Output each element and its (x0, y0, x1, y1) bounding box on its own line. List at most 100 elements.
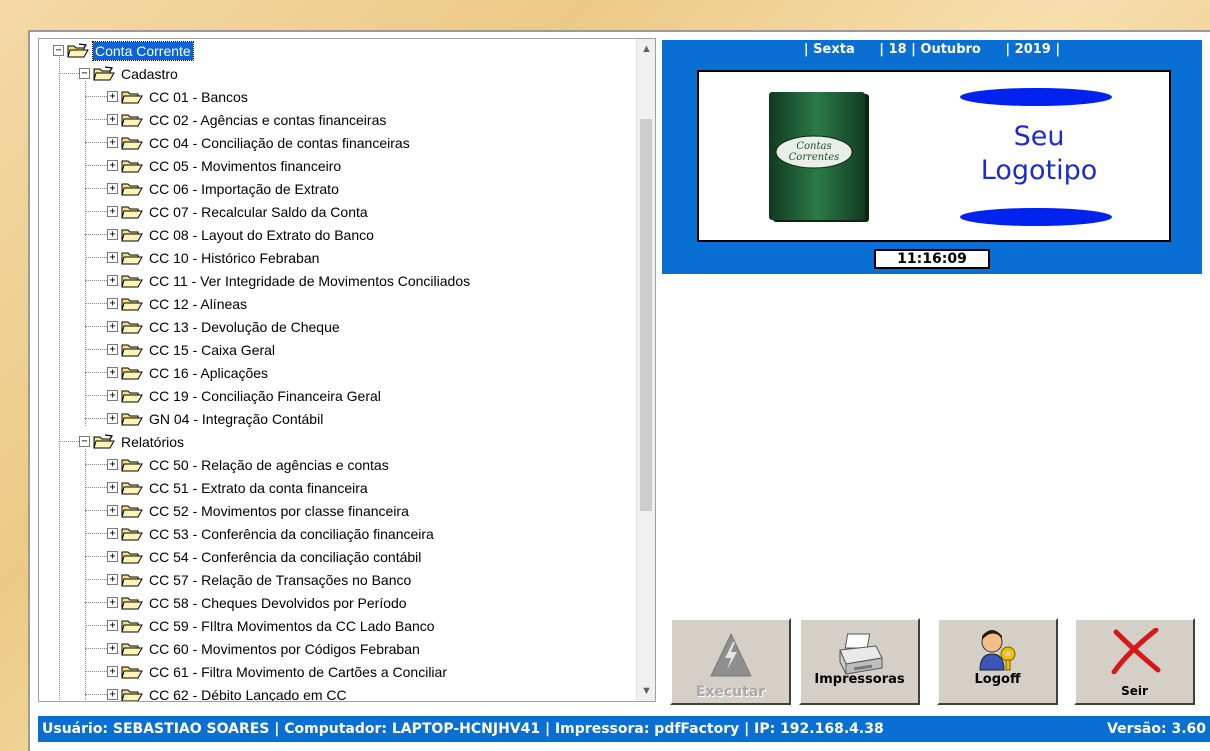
tree-item[interactable]: + CC 05 - Movimentos financeiro (107, 154, 343, 177)
tree-item[interactable]: + CC 04 - Conciliação de contas financeir… (107, 131, 412, 154)
logo-text-line2: Logotipo (980, 155, 1098, 186)
tree-item[interactable]: + CC 12 - Alíneas (107, 292, 249, 315)
tree-node-label: Relatórios (121, 433, 185, 450)
folder-icon (121, 160, 143, 172)
collapse-toggle-icon[interactable]: − (79, 436, 90, 447)
expand-toggle-icon[interactable]: + (107, 229, 118, 240)
tree-item[interactable]: + GN 04 - Integração Contábil (107, 407, 325, 430)
tree-connector-line (85, 418, 107, 419)
tree-connector-line (59, 441, 79, 442)
tree-item[interactable]: + CC 57 - Relação de Transações no Banco (107, 568, 413, 591)
expand-toggle-icon[interactable]: + (107, 252, 118, 263)
expand-toggle-icon[interactable]: + (107, 620, 118, 631)
tree-node-label: CC 54 - Conferência da conciliação contá… (149, 548, 422, 565)
expand-toggle-icon[interactable]: + (107, 413, 118, 424)
tree-item[interactable]: + CC 53 - Conferência da conciliação fina… (107, 522, 436, 545)
tree-scrollbar[interactable]: ▲ ▼ (636, 39, 655, 701)
tree-item[interactable]: + CC 10 - Histórico Febraban (107, 246, 321, 269)
tree-connector-line (85, 671, 107, 672)
expand-toggle-icon[interactable]: + (107, 137, 118, 148)
expand-toggle-icon[interactable]: + (107, 689, 118, 700)
expand-toggle-icon[interactable]: + (107, 390, 118, 401)
execute-label: Executar (695, 684, 766, 700)
tree-item[interactable]: + CC 54 - Conferência da conciliação cont… (107, 545, 423, 568)
tree-connector-line (85, 188, 107, 189)
scrollbar-thumb[interactable] (640, 119, 652, 511)
tree-item[interactable]: + CC 52 - Movimentos por classe financeir… (107, 499, 411, 522)
tree-item[interactable]: + CC 06 - Importação de Extrato (107, 177, 341, 200)
logoff-label: Logoff (974, 672, 1021, 687)
book-title-line1: Contas (796, 141, 831, 152)
tree-item[interactable]: + CC 02 - Agências e contas financeiras (107, 108, 388, 131)
tree-item[interactable]: + CC 50 - Relação de agências e contas (107, 453, 391, 476)
expand-toggle-icon[interactable]: + (107, 574, 118, 585)
folder-icon (67, 42, 89, 57)
execute-button[interactable]: Executar (670, 618, 791, 705)
expand-toggle-icon[interactable]: + (107, 666, 118, 677)
expand-toggle-icon[interactable]: + (107, 160, 118, 171)
folder-icon (121, 298, 143, 310)
exit-button[interactable]: Seir (1074, 618, 1195, 705)
expand-toggle-icon[interactable]: + (107, 551, 118, 562)
folder-icon (121, 505, 143, 517)
tree-item[interactable]: + CC 60 - Movimentos por Códigos Febraban (107, 637, 422, 660)
tree-item[interactable]: + CC 15 - Caixa Geral (107, 338, 277, 361)
expand-toggle-icon[interactable]: + (107, 528, 118, 539)
tree-item[interactable]: + CC 61 - Filtra Movimento de Cartões a C… (107, 660, 449, 683)
status-bar: Usuário: SEBASTIAO SOARES | Computador: … (38, 716, 1210, 742)
expand-toggle-icon[interactable]: + (107, 482, 118, 493)
expand-toggle-icon[interactable]: + (107, 367, 118, 378)
tree-root-node[interactable]: − Conta Corrente (53, 39, 194, 62)
tree-group-relatórios[interactable]: − Relatórios (79, 430, 186, 453)
expand-toggle-icon[interactable]: + (107, 321, 118, 332)
tree-item[interactable]: + CC 13 - Devolução de Cheque (107, 315, 342, 338)
tree-item[interactable]: + CC 19 - Conciliação Financeira Geral (107, 384, 383, 407)
tree-node-label: CC 15 - Caixa Geral (149, 341, 276, 358)
folder-icon (121, 137, 143, 149)
tree-item[interactable]: + CC 62 - Débito Lançado em CC (107, 683, 349, 701)
expand-toggle-icon[interactable]: + (107, 643, 118, 654)
tree-connector-line (85, 280, 107, 281)
tree-item[interactable]: + CC 51 - Extrato da conta financeira (107, 476, 370, 499)
tree-connector-line (85, 579, 107, 580)
tree-item[interactable]: + CC 07 - Recalcular Saldo da Conta (107, 200, 370, 223)
collapse-toggle-icon[interactable]: − (53, 45, 64, 56)
collapse-toggle-icon[interactable]: − (79, 68, 90, 79)
logoff-button[interactable]: Logoff (937, 618, 1058, 705)
expand-toggle-icon[interactable]: + (107, 459, 118, 470)
expand-toggle-icon[interactable]: + (107, 114, 118, 125)
tree-connector-line (85, 694, 107, 695)
tree-group-cadastro[interactable]: − Cadastro (79, 62, 180, 85)
expand-toggle-icon[interactable]: + (107, 298, 118, 309)
tree-connector-line (85, 464, 107, 465)
tree-connector-line (85, 372, 107, 373)
tree-node-label: CC 07 - Recalcular Saldo da Conta (149, 203, 368, 220)
expand-toggle-icon[interactable]: + (107, 344, 118, 355)
tree-node-label: CC 12 - Alíneas (149, 295, 248, 312)
expand-toggle-icon[interactable]: + (107, 597, 118, 608)
folder-icon (93, 65, 115, 80)
expand-toggle-icon[interactable]: + (107, 505, 118, 516)
tree-node-label: CC 16 - Aplicações (149, 364, 269, 381)
scroll-up-arrow-icon[interactable]: ▲ (637, 39, 655, 59)
printers-button[interactable]: Impressoras (799, 618, 920, 705)
expand-toggle-icon[interactable]: + (107, 206, 118, 217)
expand-toggle-icon[interactable]: + (107, 91, 118, 102)
main-window: − Conta Corrente − Cadastro + CC 01 - Bancos +… (28, 30, 1210, 751)
expand-toggle-icon[interactable]: + (107, 275, 118, 286)
tree-item[interactable]: + CC 11 - Ver Integridade de Movimentos C… (107, 269, 472, 292)
tree-node-label: CC 04 - Conciliação de contas financeira… (149, 134, 410, 151)
tree-item[interactable]: + CC 16 - Aplicações (107, 361, 270, 384)
logo-placeholder: Seu Logotipo (954, 120, 1124, 188)
tree-item[interactable]: + CC 58 - Cheques Devolvidos por Período (107, 591, 409, 614)
date-bar: | Sexta | 18 | Outubro | 2019 | (662, 42, 1202, 57)
tree-connector-line (85, 326, 107, 327)
tree-item[interactable]: + CC 01 - Bancos (107, 85, 250, 108)
folder-icon (121, 321, 143, 333)
tree-connector-line (85, 257, 107, 258)
tree-item[interactable]: + CC 08 - Layout do Extrato do Banco (107, 223, 376, 246)
scroll-down-arrow-icon[interactable]: ▼ (637, 681, 655, 701)
red-x-icon (1111, 628, 1160, 674)
tree-item[interactable]: + CC 59 - FIltra Movimentos da CC Lado Ba… (107, 614, 437, 637)
expand-toggle-icon[interactable]: + (107, 183, 118, 194)
